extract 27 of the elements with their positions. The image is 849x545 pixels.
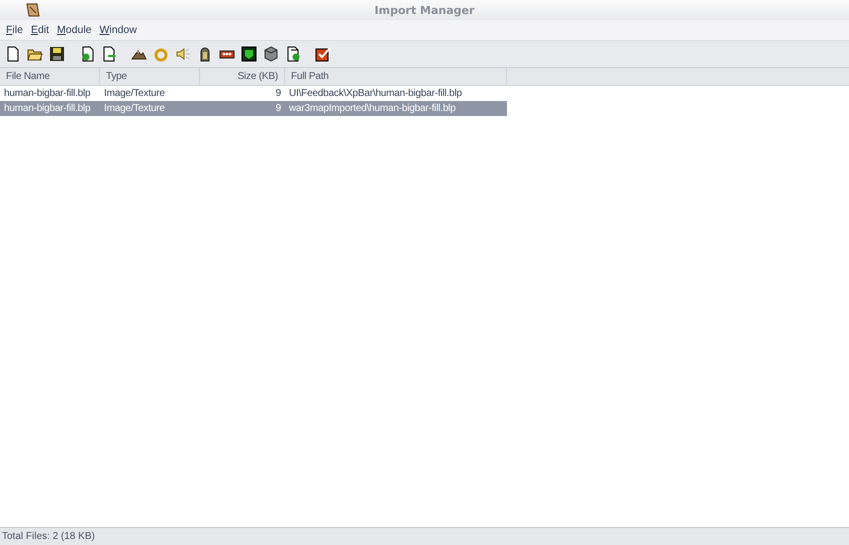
status-text: Total Files: 2 (18 KB) bbox=[2, 531, 95, 542]
menu-item[interactable]: Window bbox=[96, 24, 141, 36]
cube-icon[interactable] bbox=[263, 46, 279, 62]
column-header[interactable]: Full Path bbox=[285, 68, 507, 85]
menu-item[interactable]: File bbox=[2, 24, 27, 36]
table-cell: Image/Texture bbox=[104, 88, 165, 99]
import-file-icon[interactable] bbox=[285, 46, 301, 62]
table-cell: human-bigbar-fill.blp bbox=[4, 103, 90, 114]
scroll-icon bbox=[24, 1, 42, 19]
table-cell: Image/Texture bbox=[104, 103, 165, 114]
table-cell: 9 bbox=[276, 103, 281, 114]
menu-item[interactable]: Module bbox=[53, 24, 96, 36]
table-cell: 9 bbox=[276, 88, 281, 99]
table-row[interactable]: human-bigbar-fill.blp Image/Texture 9 UI\Feedback\XpBar\human-bigbar-fill.blp bbox=[0, 86, 507, 101]
menu-item[interactable]: Edit bbox=[26, 24, 54, 36]
table-cell: human-bigbar-fill.blp bbox=[4, 88, 90, 99]
save-icon[interactable] bbox=[49, 46, 65, 62]
column-header[interactable]: Type bbox=[100, 68, 200, 85]
table-cell: UI\Feedback\XpBar\human-bigbar-fill.blp bbox=[289, 88, 462, 99]
new-file-icon[interactable] bbox=[5, 46, 21, 62]
column-header[interactable]: File Name bbox=[0, 68, 100, 85]
window-title: Import Manager bbox=[374, 4, 476, 16]
column-header[interactable]: Size (KB) bbox=[200, 68, 285, 85]
sound-icon[interactable] bbox=[175, 46, 191, 62]
checkbox-icon[interactable] bbox=[315, 46, 331, 62]
table-cell: war3mapImported\human-bigbar-fill.blp bbox=[289, 103, 456, 114]
export-file-icon[interactable] bbox=[101, 46, 117, 62]
